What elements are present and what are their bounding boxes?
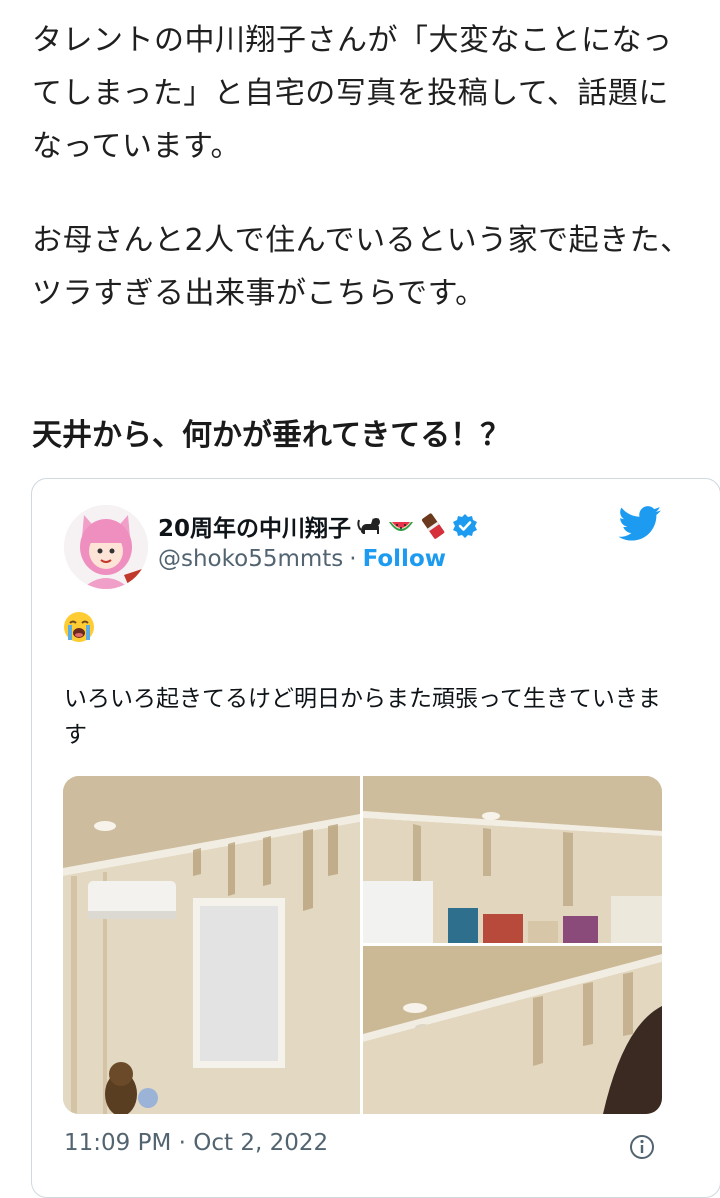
crying-face-icon [64,612,94,642]
tweet-photo-grid[interactable] [63,776,662,1114]
photo-2[interactable] [363,776,662,943]
watermelon-icon [389,522,414,531]
follow-button[interactable]: Follow [363,546,446,572]
photo-3[interactable] [363,946,662,1114]
user-handle[interactable]: @shoko55mmts [158,546,343,572]
display-name[interactable]: 20周年の中川翔子 [158,509,351,543]
info-icon[interactable] [628,1133,656,1161]
twitter-bird-icon[interactable] [618,506,662,542]
photo-1[interactable] [63,776,360,1114]
separator-dot: · [349,546,357,572]
avatar[interactable] [64,505,148,589]
article-paragraph-2: お母さんと2人で住んでいるという家で起きた、ツラすぎる出来事がこちらです。 [32,223,691,311]
tweet-text: いろいろ起きてるけど明日からまた頑張って生きていきます [64,686,661,748]
cat-icon [357,518,381,534]
tweet-timestamp[interactable]: 11:09 PM · Oct 2, 2022 [64,1130,328,1156]
article-paragraph-1: タレントの中川翔子さんが「大変なことになってしまった」と自宅の写真を投稿して、話… [32,23,673,164]
tweet-author-row: 20周年の中川翔子 [158,509,479,543]
verified-badge-icon [453,514,478,538]
chocolate-icon [422,513,445,539]
article-heading: 天井から、何かが垂れてきてる！？ [32,418,511,453]
tweet-handle-row: @shoko55mmts · Follow [158,546,446,572]
